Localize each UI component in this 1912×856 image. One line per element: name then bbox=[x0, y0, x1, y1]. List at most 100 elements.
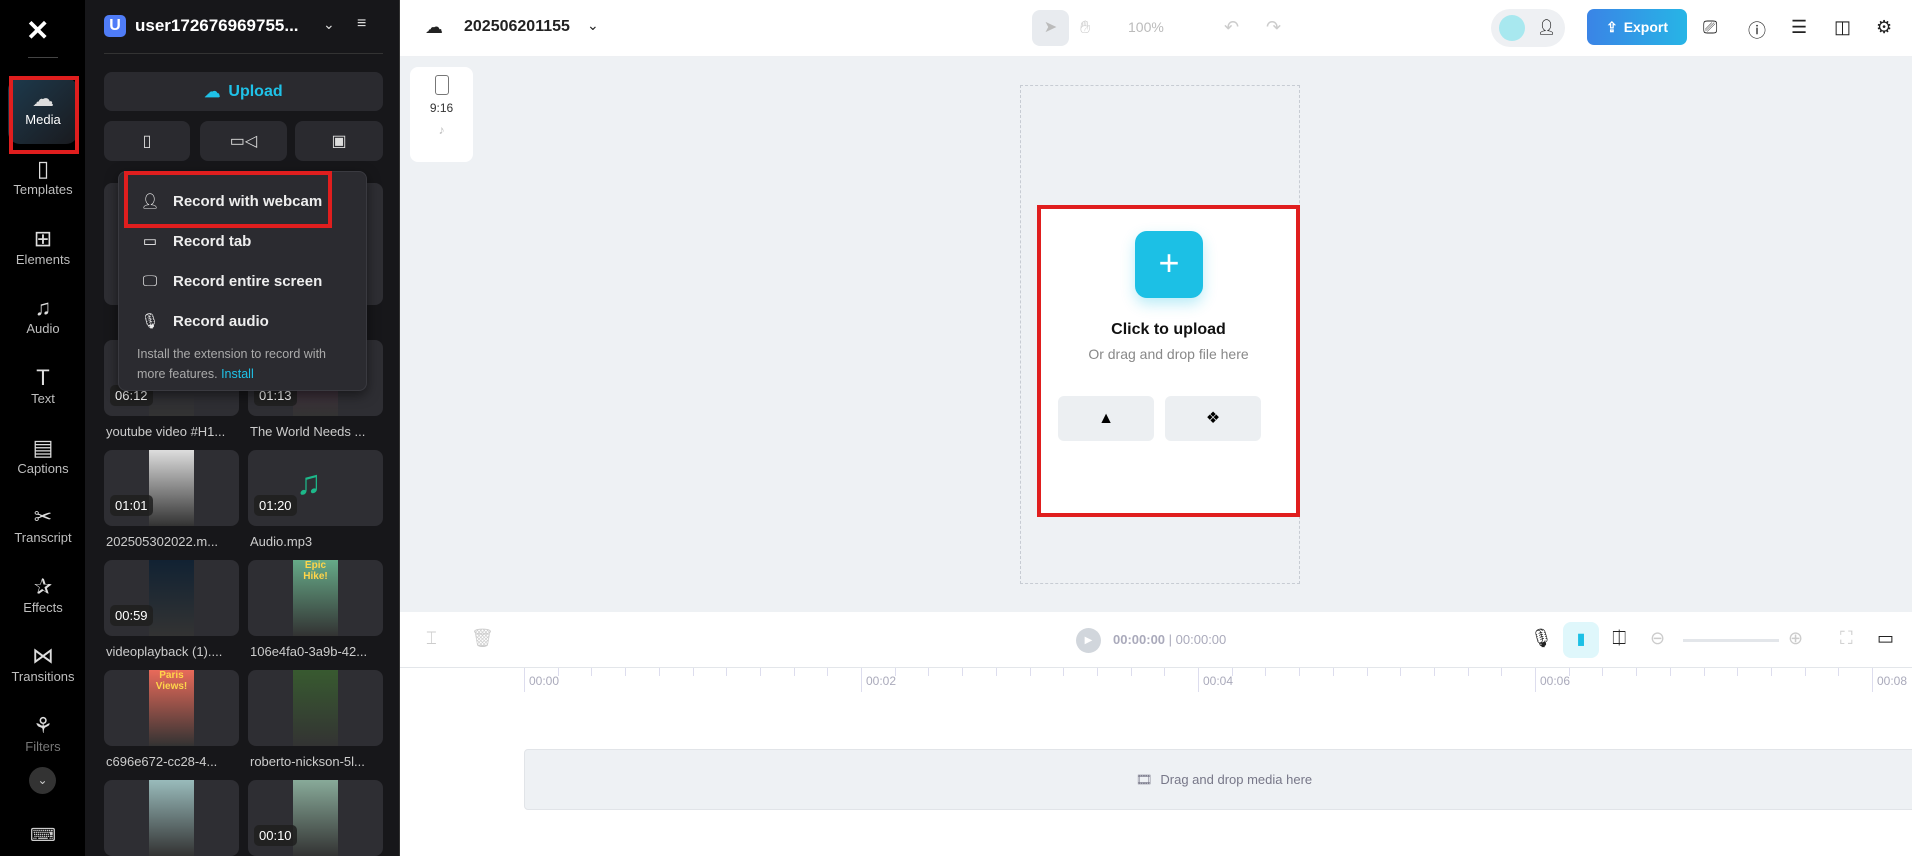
phone-upload-button[interactable]: ▯ bbox=[104, 121, 190, 161]
media-thumb[interactable]: 01:01 bbox=[104, 450, 239, 526]
install-link[interactable]: Install bbox=[221, 367, 254, 381]
chevron-down-icon[interactable]: ⌄ bbox=[587, 17, 599, 34]
menu-record-tab[interactable]: ▭ Record tab bbox=[119, 223, 366, 259]
preview-icon[interactable]: ▭ bbox=[1877, 628, 1894, 649]
menu-record-screen[interactable]: 🖵︎ Record entire screen bbox=[119, 263, 366, 299]
media-thumb[interactable]: 00:59 bbox=[104, 560, 239, 636]
media-thumb[interactable]: Epic Hike! bbox=[248, 560, 383, 636]
rail-text[interactable]: T Text bbox=[8, 357, 78, 423]
capcut-logo[interactable]: ✕ bbox=[26, 14, 49, 47]
layers-icon[interactable]: ☰ bbox=[1791, 17, 1807, 38]
rail-label: Transitions bbox=[11, 669, 75, 684]
ruler-tick: 00:08 bbox=[1872, 668, 1907, 692]
upload-button[interactable]: ☁ Upload bbox=[104, 72, 383, 111]
upload-label: Upload bbox=[228, 82, 283, 100]
microphone-icon[interactable]: 🎙︎ bbox=[1530, 628, 1553, 649]
zoom-slider[interactable] bbox=[1683, 639, 1779, 642]
menu-label: Record audio bbox=[173, 312, 269, 330]
rail-transcript[interactable]: ✂ Transcript bbox=[8, 496, 78, 562]
total-time: 00:00:00 bbox=[1175, 632, 1227, 647]
ruler-minor-tick bbox=[557, 668, 559, 676]
ruler-minor-tick bbox=[1838, 668, 1840, 676]
ruler-minor-tick bbox=[1467, 668, 1469, 676]
highlight-upload bbox=[1037, 205, 1300, 517]
transcript-icon: ✂ bbox=[33, 504, 53, 529]
rail-transitions[interactable]: ⋈ Transitions bbox=[8, 635, 78, 701]
ruler-minor-tick bbox=[1501, 668, 1503, 676]
undo-icon[interactable]: ↶ bbox=[1224, 17, 1239, 38]
menu-record-audio[interactable]: 🎙︎ Record audio bbox=[119, 303, 366, 339]
rail-templates[interactable]: ▯ Templates bbox=[8, 148, 78, 214]
music-note-icon: ♫ bbox=[34, 295, 52, 320]
rail-filters[interactable]: ⚘ Filters bbox=[8, 705, 78, 771]
ruler-minor-tick bbox=[1231, 668, 1233, 676]
thumbnail-image bbox=[292, 780, 339, 856]
highlight-webcam bbox=[124, 171, 332, 228]
ruler-minor-tick bbox=[962, 668, 964, 676]
thumbnail-image bbox=[292, 670, 339, 746]
ruler-minor-tick bbox=[793, 668, 795, 676]
rail-elements[interactable]: ⊞ Elements bbox=[8, 218, 78, 284]
screen-record-button[interactable]: ▣ bbox=[295, 121, 383, 161]
media-thumb[interactable]: ♫ 01:20 bbox=[248, 450, 383, 526]
hand-icon[interactable]: ✋︎ bbox=[1080, 17, 1090, 38]
rail-effects[interactable]: ✰ Effects bbox=[8, 566, 78, 632]
media-thumb[interactable]: 00:10 bbox=[248, 780, 383, 856]
ruler-minor-tick bbox=[827, 668, 829, 676]
rail-captions[interactable]: ▤ Captions bbox=[8, 427, 78, 493]
select-tool-button[interactable]: ➤ bbox=[1032, 10, 1069, 46]
split-screen-icon[interactable]: ⎅ bbox=[1612, 628, 1626, 649]
media-name: The World Needs ... bbox=[250, 424, 366, 439]
top-bar: ☁ 202506201155 ⌄ ➤ ✋︎ 100% ↶ ↷ 👤︎ ⇪ Expor… bbox=[400, 0, 1912, 57]
sort-icon[interactable]: ≡ bbox=[357, 15, 366, 33]
help-icon[interactable]: ⓘ bbox=[1748, 17, 1766, 43]
settings-icon[interactable]: ⚙ bbox=[1876, 17, 1892, 38]
trash-icon[interactable]: 🗑︎ bbox=[471, 628, 494, 649]
duration-badge: 01:20 bbox=[254, 495, 297, 516]
present-icon[interactable]: ⎚ bbox=[1703, 17, 1717, 38]
media-drop-track[interactable]: 🎞︎ Drag and drop media here bbox=[524, 749, 1912, 810]
rail-label: Text bbox=[31, 391, 55, 406]
media-name: youtube video #H1... bbox=[106, 424, 226, 439]
split-icon[interactable]: ⌶ bbox=[426, 628, 437, 649]
captions-icon: ▤ bbox=[32, 435, 54, 460]
zoom-level[interactable]: 100% bbox=[1128, 19, 1164, 35]
media-name: c696e672-cc28-4... bbox=[106, 754, 218, 769]
text-icon: T bbox=[36, 365, 50, 390]
chevron-down-icon[interactable]: ⌄ bbox=[323, 16, 335, 33]
export-button[interactable]: ⇪ Export bbox=[1587, 9, 1687, 45]
collaborators[interactable]: 👤︎ bbox=[1491, 9, 1565, 47]
browser-tab-icon: ▭ bbox=[142, 233, 158, 250]
keyboard-icon[interactable]: ⌨ bbox=[30, 825, 56, 846]
zoom-out-icon[interactable]: ⊖ bbox=[1650, 628, 1665, 649]
project-name[interactable]: 202506201155 bbox=[464, 18, 570, 36]
redo-icon[interactable]: ↷ bbox=[1266, 17, 1281, 38]
ruler-minor-tick bbox=[1804, 668, 1806, 676]
record-button[interactable]: ▭◁ bbox=[200, 121, 287, 161]
panel-layout-icon[interactable]: ◫ bbox=[1834, 17, 1851, 38]
username[interactable]: user172676969755... bbox=[135, 16, 299, 36]
zoom-in-icon[interactable]: ⊕ bbox=[1788, 628, 1803, 649]
cloud-upload-icon: ☁ bbox=[204, 83, 221, 101]
media-thumb[interactable] bbox=[104, 780, 239, 856]
media-name: 202505302022.m... bbox=[106, 534, 219, 549]
play-button[interactable]: ▶ bbox=[1076, 628, 1101, 653]
ruler-minor-tick bbox=[591, 668, 593, 676]
fullscreen-icon[interactable]: ⛶ bbox=[1840, 628, 1853, 649]
microphone-icon: 🎙︎ bbox=[140, 313, 160, 330]
media-thumb[interactable] bbox=[248, 670, 383, 746]
ratio-label: 9:16 bbox=[429, 101, 454, 115]
ruler-minor-tick bbox=[1568, 668, 1570, 676]
media-thumb[interactable]: Paris Views! bbox=[104, 670, 239, 746]
ruler-minor-tick bbox=[1669, 668, 1671, 676]
rail-audio[interactable]: ♫ Audio bbox=[8, 287, 78, 353]
tiktok-icon: ♪ bbox=[438, 123, 445, 137]
auto-snap-toggle[interactable]: ▮ bbox=[1563, 622, 1599, 658]
expand-chevron-button[interactable]: ⌄ bbox=[29, 767, 56, 794]
aspect-ratio-card[interactable]: 9:16 ♪ bbox=[410, 67, 473, 162]
phone-icon: ▯ bbox=[142, 133, 152, 150]
ruler-tick: 00:02 bbox=[861, 668, 896, 692]
media-name: roberto-nickson-5l... bbox=[250, 754, 365, 769]
ruler-minor-tick bbox=[1602, 668, 1604, 676]
rail-label: Elements bbox=[15, 252, 71, 267]
